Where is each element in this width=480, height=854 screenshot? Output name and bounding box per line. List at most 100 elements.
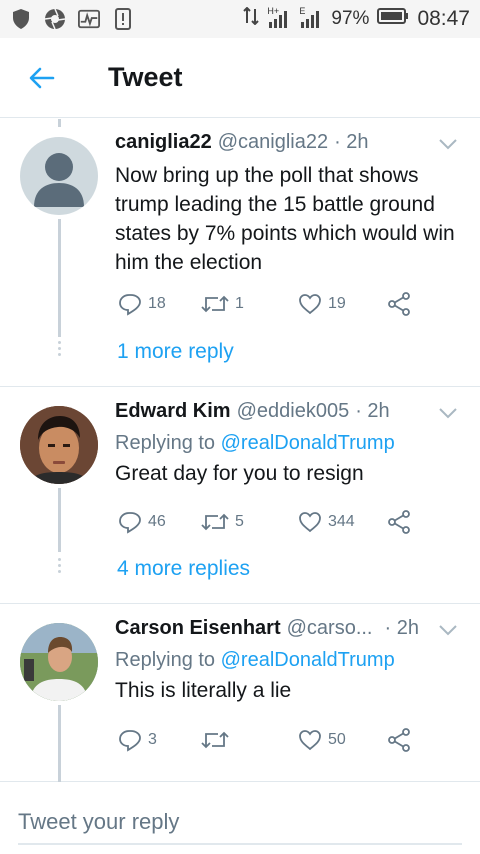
retweet-icon <box>201 731 229 749</box>
user-handle[interactable]: @eddiek005 <box>237 400 350 423</box>
thread-line <box>58 119 61 127</box>
replying-to-label: Replying to <box>115 649 216 671</box>
app-bar: Tweet <box>0 38 480 118</box>
replying-to: Replying to @realDonaldTrump <box>115 649 460 672</box>
tweet-text: Now bring up the poll that shows trump l… <box>115 164 455 274</box>
chevron-down-icon[interactable] <box>438 623 458 637</box>
like-button[interactable]: 50 <box>298 729 346 751</box>
tweet-actions: 18 1 19 <box>115 291 415 317</box>
arrow-left-icon <box>29 67 55 88</box>
chevron-down-icon[interactable] <box>438 406 458 420</box>
avatar[interactable] <box>20 137 98 215</box>
replying-to-label: Replying to <box>115 432 216 454</box>
timestamp: · 2h <box>355 400 390 422</box>
tweet-body: Carson Eisenhart @carso... · 2h Replying… <box>115 617 460 705</box>
user-photo-icon <box>20 406 98 484</box>
thread-gap-dots <box>56 558 63 573</box>
retweet-icon <box>201 295 229 313</box>
share-button[interactable] <box>386 509 412 535</box>
reply-count: 3 <box>148 731 157 748</box>
reply-button[interactable]: 46 <box>118 510 166 534</box>
share-icon <box>388 510 410 534</box>
reply-button[interactable]: 3 <box>118 728 157 752</box>
notification-icons <box>10 8 134 30</box>
battery-icon <box>377 8 409 30</box>
retweet-icon <box>201 513 229 531</box>
retweet-count: 5 <box>235 513 244 530</box>
retweet-button[interactable]: 1 <box>201 293 244 315</box>
reply-input[interactable] <box>18 801 462 845</box>
tweet-header: Carson Eisenhart @carso... · 2h <box>115 617 460 645</box>
tweet-body: Edward Kim @eddiek005 · 2h Replying to @… <box>115 400 460 488</box>
more-replies-link[interactable]: 4 more replies <box>117 557 250 581</box>
tweet-header: caniglia22 @caniglia22 · 2h <box>115 131 460 159</box>
timestamp: · 2h <box>384 617 419 639</box>
like-button[interactable]: 19 <box>298 293 346 315</box>
like-count: 50 <box>328 731 346 748</box>
timestamp: · 2h <box>334 131 369 153</box>
like-count: 344 <box>328 513 355 530</box>
reply-icon <box>119 512 141 534</box>
more-replies-link[interactable]: 1 more reply <box>117 340 234 364</box>
replying-to-handle[interactable]: @realDonaldTrump <box>221 649 395 671</box>
tweet-1[interactable]: caniglia22 @caniglia22 · 2h Now bring up… <box>0 119 480 387</box>
share-icon <box>388 728 410 752</box>
share-button[interactable] <box>386 291 412 317</box>
tweet-text: This is literally a lie <box>115 679 292 702</box>
retweet-count: 1 <box>235 295 244 312</box>
display-name[interactable]: caniglia22 <box>115 131 212 154</box>
thread-line <box>58 488 61 552</box>
page-title: Tweet <box>108 62 183 92</box>
tweet-actions: 3 50 <box>115 727 415 753</box>
retweet-button[interactable] <box>201 729 235 751</box>
thread-gap-dots <box>56 341 63 356</box>
clock: 08:47 <box>417 7 470 30</box>
default-avatar-icon <box>34 153 84 207</box>
aperture-icon <box>44 8 66 30</box>
retweet-button[interactable]: 5 <box>201 511 244 533</box>
like-count: 19 <box>328 295 346 312</box>
tweet-text: Great day for you to resign <box>115 462 364 485</box>
replying-to: Replying to @realDonaldTrump <box>115 432 460 455</box>
battery-percent: 97% <box>331 8 370 29</box>
tweet-3[interactable]: Carson Eisenhart @carso... · 2h Replying… <box>0 605 480 782</box>
avatar[interactable] <box>20 406 98 484</box>
tweet-actions: 46 5 344 <box>115 509 415 535</box>
heart-icon <box>299 730 321 751</box>
avatar[interactable] <box>20 623 98 701</box>
reply-composer <box>0 783 480 854</box>
heart-icon <box>299 512 321 533</box>
status-bar: H+ E 97% 08:47 <box>0 0 480 38</box>
heart-icon <box>299 294 321 315</box>
user-handle[interactable]: @carso... <box>287 617 373 640</box>
like-button[interactable]: 344 <box>298 511 355 533</box>
system-indicators: H+ E 97% 08:47 <box>243 6 470 31</box>
shield-icon <box>10 8 32 30</box>
display-name[interactable]: Edward Kim <box>115 400 231 423</box>
phone-alert-icon <box>112 8 134 30</box>
reply-icon <box>119 294 141 316</box>
share-icon <box>388 292 410 316</box>
tweet-header: Edward Kim @eddiek005 · 2h <box>115 400 460 428</box>
signal-e-icon: E <box>299 6 323 28</box>
activity-monitor-icon <box>78 8 100 30</box>
reply-button[interactable]: 18 <box>118 292 166 316</box>
thread-line <box>58 219 61 337</box>
network-type-label-2: E <box>299 6 306 16</box>
user-photo-icon <box>20 623 98 701</box>
share-button[interactable] <box>386 727 412 753</box>
signal-h-plus-icon: H+ <box>267 6 291 28</box>
back-button[interactable] <box>22 58 62 98</box>
tweet-2[interactable]: Edward Kim @eddiek005 · 2h Replying to @… <box>0 388 480 604</box>
thread-line <box>58 705 61 782</box>
user-handle[interactable]: @caniglia22 <box>218 131 328 154</box>
chevron-down-icon[interactable] <box>438 137 458 151</box>
network-type-label: H+ <box>267 6 280 16</box>
data-transfer-icon <box>243 6 260 31</box>
reply-icon <box>119 730 141 752</box>
reply-count: 46 <box>148 513 166 530</box>
reply-count: 18 <box>148 295 166 312</box>
replying-to-handle[interactable]: @realDonaldTrump <box>221 432 395 454</box>
tweet-body: caniglia22 @caniglia22 · 2h Now bring up… <box>115 131 460 277</box>
display-name[interactable]: Carson Eisenhart <box>115 617 281 640</box>
